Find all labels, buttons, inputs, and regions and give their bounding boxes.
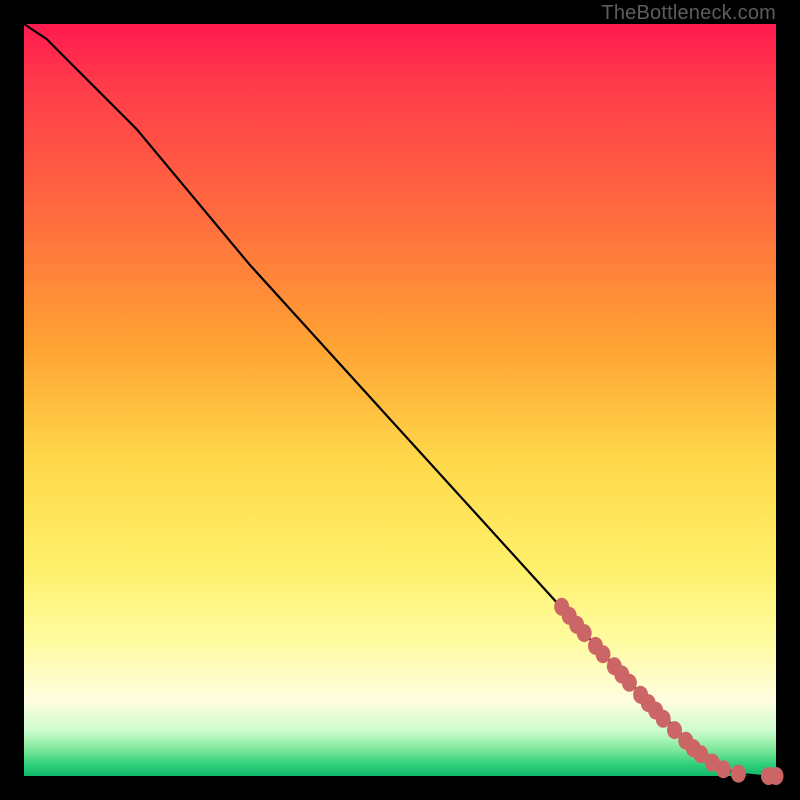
- chart-overlay: [24, 24, 776, 776]
- curve-marker: [716, 760, 731, 778]
- curve-marker: [596, 645, 611, 663]
- curve-marker: [577, 624, 592, 642]
- bottleneck-curve: [24, 24, 776, 776]
- attribution-text: TheBottleneck.com: [601, 2, 776, 25]
- chart-stage: TheBottleneck.com: [0, 0, 800, 800]
- curve-markers: [554, 598, 783, 785]
- curve-marker: [731, 765, 746, 783]
- plot-area: [24, 24, 776, 776]
- curve-marker: [622, 674, 637, 692]
- curve-marker: [769, 767, 784, 785]
